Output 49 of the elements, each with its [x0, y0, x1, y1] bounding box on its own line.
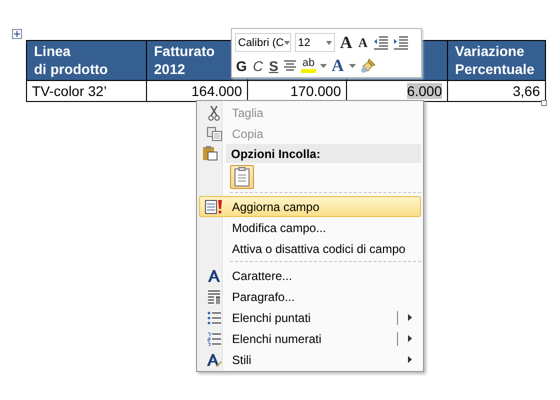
table-cell: TV-color 32’	[32, 83, 107, 99]
column-header: Linea di prodotto	[26, 40, 146, 80]
clipboard-icon	[234, 166, 250, 186]
dropdown-arrow-icon[interactable]	[348, 64, 356, 68]
font-name-field[interactable]: Calibri (C	[235, 33, 291, 52]
menu-item[interactable]: Stili	[199, 349, 421, 370]
dropdown-arrow-icon[interactable]	[284, 40, 290, 44]
shrink-font-button[interactable]: A	[357, 34, 369, 50]
copy-icon	[206, 126, 222, 140]
menu-item[interactable]: Elenchi numerati	[199, 328, 421, 349]
styles-icon	[206, 352, 222, 368]
paragraph-icon	[207, 290, 221, 304]
numbered-list-icon	[207, 332, 221, 346]
menu-section-header: Opzioni Incolla:	[231, 146, 320, 160]
bullet-list-icon	[207, 310, 221, 324]
paste-option-button[interactable]	[230, 164, 254, 188]
scissors-icon	[208, 104, 220, 120]
font-icon	[207, 268, 221, 282]
grow-font-button[interactable]: A	[339, 34, 354, 50]
menu-item[interactable]: Paragrafo...	[199, 286, 421, 307]
menu-item[interactable]: Modifica campo...	[199, 217, 421, 238]
table-cell: 6.000	[406, 83, 442, 99]
underline-button[interactable]: S	[268, 58, 280, 74]
italic-button[interactable]: C	[252, 58, 264, 74]
submenu-arrow-icon	[408, 314, 412, 321]
document-alert-icon	[205, 198, 223, 214]
bold-button[interactable]: G	[235, 58, 248, 74]
column-header: Variazione Percentuale	[448, 40, 546, 80]
menu-item[interactable]: Elenchi puntati	[199, 307, 421, 328]
menu-item[interactable]: Attiva o disattiva codici di campo	[199, 238, 421, 259]
brush-icon[interactable]	[360, 58, 376, 74]
outdent-icon[interactable]	[372, 36, 389, 50]
dropdown-arrow-icon[interactable]	[326, 40, 332, 44]
submenu-arrow-icon	[408, 335, 412, 342]
highlight-button[interactable]: ab	[301, 58, 316, 73]
font-color-button[interactable]: A	[330, 58, 345, 74]
font-size-field[interactable]: 12	[295, 33, 335, 52]
submenu-arrow-icon	[408, 356, 412, 363]
move-handle-icon[interactable]	[12, 29, 22, 39]
menu-item[interactable]: Aggiorna campo	[199, 196, 421, 217]
resize-handle-icon[interactable]	[541, 100, 547, 106]
table-cell: 170.000	[290, 83, 341, 99]
table-cell: 164.000	[191, 83, 242, 99]
clipboard-icon	[202, 145, 218, 161]
center-align-icon[interactable]	[283, 60, 298, 72]
indent-icon[interactable]	[392, 36, 409, 50]
dropdown-arrow-icon[interactable]	[320, 64, 327, 68]
table-cell: 3,66	[512, 83, 540, 99]
menu-item[interactable]: Carattere...	[199, 265, 421, 286]
